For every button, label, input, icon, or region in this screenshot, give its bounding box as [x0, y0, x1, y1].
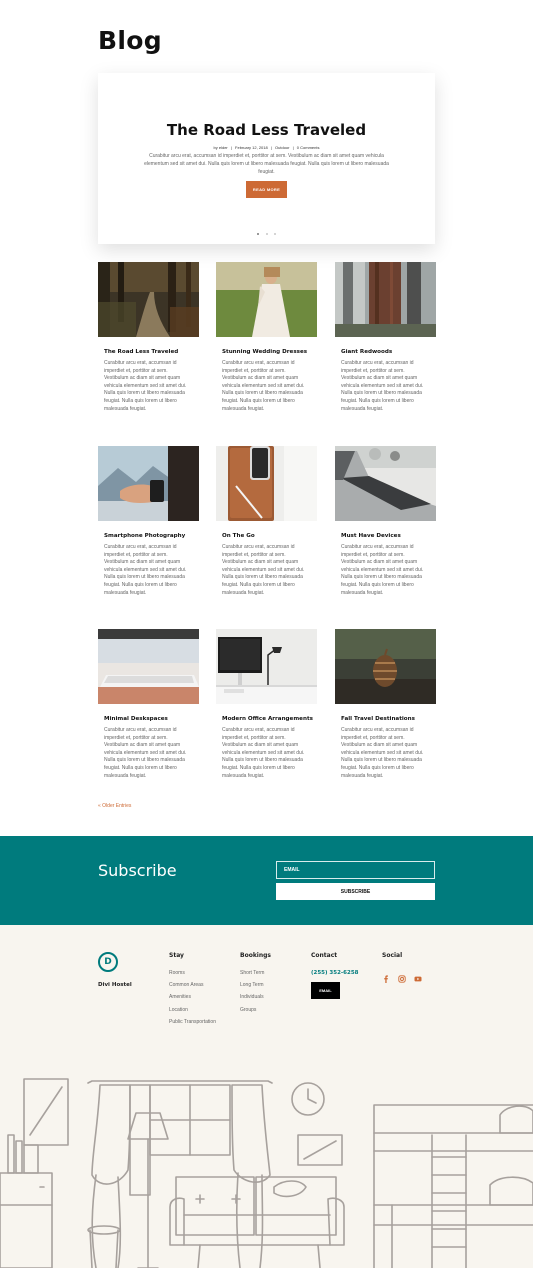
footer-column-social: Social	[382, 952, 422, 983]
featured-slider: The Road Less Traveled by elder | Februa…	[98, 73, 435, 244]
post-title[interactable]: On The Go	[216, 533, 317, 539]
hostel-room-illustration	[0, 1078, 533, 1268]
post-title[interactable]: The Road Less Traveled	[98, 349, 199, 355]
subscribe-email-input[interactable]	[276, 861, 435, 879]
post-title[interactable]: Modern Office Arrangements	[216, 716, 317, 722]
post-thumbnail-keyboard[interactable]	[98, 629, 199, 704]
subscribe-title: Subscribe	[98, 861, 177, 880]
contact-email-button[interactable]: EMAIL	[311, 982, 340, 999]
featured-meta: by elder | February 12, 2018 | Outdoor |…	[98, 145, 435, 150]
meta-separator: |	[270, 145, 272, 150]
post-card: Modern Office Arrangements Curabitur arc…	[216, 629, 317, 780]
meta-separator: |	[230, 145, 232, 150]
post-card: Giant Redwoods Curabitur arcu erat, accu…	[335, 262, 436, 413]
footer-link-long-term[interactable]: Long Term	[240, 982, 271, 988]
brand-name: Divi Hostel	[98, 982, 132, 988]
meta-author[interactable]: by elder	[214, 145, 228, 150]
post-excerpt: Curabitur arcu erat, accumsan id imperdi…	[104, 360, 187, 412]
post-thumbnail-pinecone[interactable]	[335, 629, 436, 704]
meta-category[interactable]: Outdoor	[275, 145, 289, 150]
post-excerpt: Curabitur arcu erat, accumsan id imperdi…	[222, 727, 305, 779]
footer-heading-bookings: Bookings	[240, 952, 272, 959]
post-title[interactable]: Giant Redwoods	[335, 349, 436, 355]
footer: D Divi Hostel Stay Rooms Common Areas Am…	[0, 925, 533, 1268]
subscribe-section: Subscribe SUBSCRIBE	[0, 836, 533, 925]
post-card: Stunning Wedding Dresses Curabitur arcu …	[216, 262, 317, 413]
featured-excerpt: Curabitur arcu erat, accumsan id imperdi…	[144, 153, 389, 175]
youtube-icon[interactable]	[414, 970, 422, 982]
footer-link-common-areas[interactable]: Common Areas	[169, 982, 216, 988]
post-title[interactable]: Must Have Devices	[335, 533, 436, 539]
footer-heading-social: Social	[382, 952, 403, 959]
footer-column-stay: Stay Rooms Common Areas Amenities Locati…	[169, 952, 216, 1031]
post-excerpt: Curabitur arcu erat, accumsan id imperdi…	[222, 544, 305, 596]
post-card: Fall Travel Destinations Curabitur arcu …	[335, 629, 436, 780]
post-card: The Road Less Traveled Curabitur arcu er…	[98, 262, 199, 413]
post-title[interactable]: Minimal Deskspaces	[98, 716, 199, 722]
post-excerpt: Curabitur arcu erat, accumsan id imperdi…	[341, 727, 424, 779]
footer-link-location[interactable]: Location	[169, 1007, 216, 1013]
contact-phone[interactable]: (255) 352-6258	[311, 970, 359, 976]
post-thumbnail-on-the-go[interactable]	[216, 446, 317, 521]
post-title[interactable]: Stunning Wedding Dresses	[216, 349, 317, 355]
footer-column-bookings: Bookings Short Term Long Term Individual…	[240, 952, 271, 1019]
featured-title[interactable]: The Road Less Traveled	[98, 121, 435, 139]
post-excerpt: Curabitur arcu erat, accumsan id imperdi…	[104, 727, 187, 779]
slider-pagination	[98, 231, 435, 235]
post-title[interactable]: Smartphone Photography	[98, 533, 199, 539]
subscribe-button[interactable]: SUBSCRIBE	[276, 883, 435, 900]
footer-link-amenities[interactable]: Amenities	[169, 994, 216, 1000]
social-icons	[382, 970, 422, 983]
page-title: Blog	[98, 26, 162, 55]
post-thumbnail-wedding-dress[interactable]	[216, 262, 317, 337]
footer-link-groups[interactable]: Groups	[240, 1007, 271, 1013]
read-more-button[interactable]: READ MORE	[246, 181, 287, 198]
footer-heading-contact: Contact	[311, 952, 338, 959]
footer-column-contact: Contact (255) 352-6258 EMAIL	[311, 952, 359, 999]
post-thumbnail-office[interactable]	[216, 629, 317, 704]
post-excerpt: Curabitur arcu erat, accumsan id imperdi…	[341, 360, 424, 412]
footer-link-rooms[interactable]: Rooms	[169, 970, 216, 976]
meta-comments[interactable]: 0 Comments	[297, 145, 320, 150]
post-card: Smartphone Photography Curabitur arcu er…	[98, 446, 199, 597]
post-card: Minimal Deskspaces Curabitur arcu erat, …	[98, 629, 199, 780]
post-thumbnail-forest-road[interactable]	[98, 262, 199, 337]
post-title[interactable]: Fall Travel Destinations	[335, 716, 436, 722]
instagram-icon[interactable]	[398, 970, 406, 983]
slider-dot-3[interactable]	[273, 233, 276, 235]
slider-dot-1[interactable]	[257, 233, 260, 235]
facebook-icon[interactable]	[382, 970, 390, 983]
post-thumbnail-smartphone-photo[interactable]	[98, 446, 199, 521]
post-thumbnail-redwoods[interactable]	[335, 262, 436, 337]
post-card: On The Go Curabitur arcu erat, accumsan …	[216, 446, 317, 597]
footer-link-public-transportation[interactable]: Public Transportation	[169, 1019, 216, 1025]
post-excerpt: Curabitur arcu erat, accumsan id imperdi…	[222, 360, 305, 412]
post-card: Must Have Devices Curabitur arcu erat, a…	[335, 446, 436, 597]
footer-link-individuals[interactable]: Individuals	[240, 994, 271, 1000]
slider-dot-2[interactable]	[265, 233, 268, 235]
meta-separator: |	[292, 145, 294, 150]
post-excerpt: Curabitur arcu erat, accumsan id imperdi…	[341, 544, 424, 596]
post-excerpt: Curabitur arcu erat, accumsan id imperdi…	[104, 544, 187, 596]
footer-link-short-term[interactable]: Short Term	[240, 970, 271, 976]
footer-heading-stay: Stay	[169, 952, 184, 959]
divi-hostel-logo[interactable]: D	[98, 952, 118, 972]
meta-date: February 12, 2018	[235, 145, 268, 150]
post-thumbnail-laptop[interactable]	[335, 446, 436, 521]
older-entries-link[interactable]: « Older Entries	[98, 803, 131, 809]
